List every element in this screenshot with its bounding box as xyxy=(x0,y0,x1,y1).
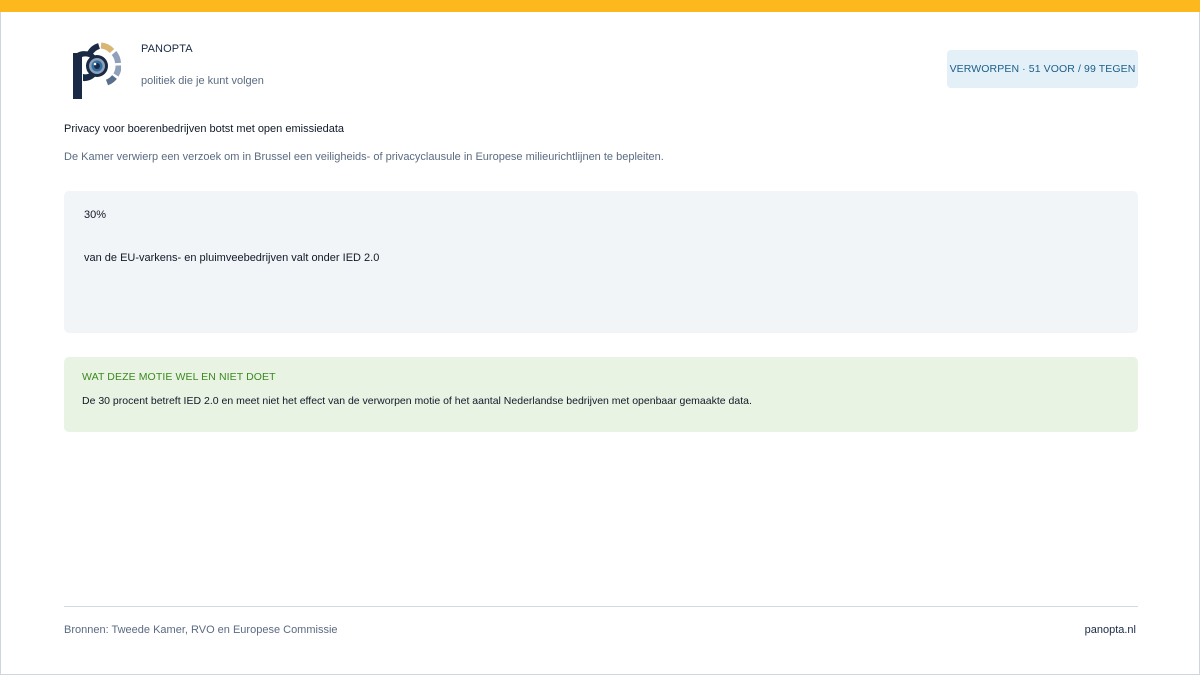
stat-value: 30% xyxy=(84,209,107,221)
note-card: WAT DEZE MOTIE WEL EN NIET DOET De 30 pr… xyxy=(64,357,1138,432)
footer-site-link[interactable]: panopta.nl xyxy=(1085,624,1136,636)
brand-tagline: politiek die je kunt volgen xyxy=(141,75,264,87)
vote-result-badge: VERWORPEN · 51 VOOR / 99 TEGEN xyxy=(947,50,1138,88)
header: PANOPTA politiek die je kunt volgen VERW… xyxy=(64,41,1138,103)
panopta-logo-icon xyxy=(69,41,122,101)
article-headline: Privacy voor boerenbedrijven botst met o… xyxy=(64,123,345,135)
footer-sources: Bronnen: Tweede Kamer, RVO en Europese C… xyxy=(64,624,338,636)
footer-divider xyxy=(64,606,1138,607)
stat-description: van de EU-varkens- en pluimveebedrijven … xyxy=(84,252,380,264)
note-title: WAT DEZE MOTIE WEL EN NIET DOET xyxy=(82,371,276,383)
stat-card: 30% van de EU-varkens- en pluimveebedrij… xyxy=(64,191,1138,333)
article-subline: De Kamer verwierp een verzoek om in Brus… xyxy=(64,151,664,163)
note-body: De 30 procent betreft IED 2.0 en meet ni… xyxy=(82,395,752,407)
page-frame: PANOPTA politiek die je kunt volgen VERW… xyxy=(0,0,1200,675)
accent-top-bar xyxy=(0,0,1200,12)
brand-name: PANOPTA xyxy=(141,43,193,55)
